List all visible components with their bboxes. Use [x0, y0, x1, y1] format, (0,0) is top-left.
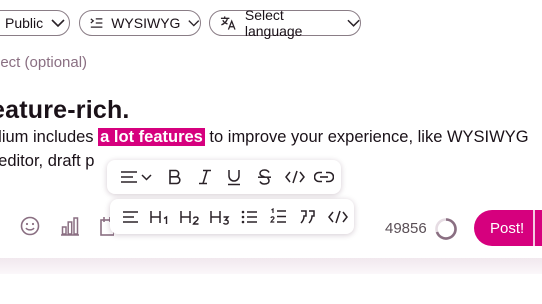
chevron-down-icon: [141, 173, 152, 181]
align-left-icon: [121, 171, 137, 183]
heading-3-button[interactable]: [207, 199, 233, 234]
editor-paragraph-line[interactable]: olium includes a lot features to improve…: [0, 128, 529, 147]
code-icon: [285, 170, 305, 184]
composer-bottom-edge: [0, 258, 542, 274]
underline-button[interactable]: [223, 160, 245, 194]
subject-field[interactable]: ject (optional): [0, 54, 87, 71]
strikethrough-button[interactable]: [253, 160, 275, 194]
code-block-button[interactable]: [325, 199, 351, 234]
heading-1-icon: [150, 210, 168, 224]
selected-text[interactable]: a lot features: [98, 128, 205, 146]
italic-icon: [199, 169, 211, 185]
chevron-down-icon: [188, 19, 200, 26]
translate-icon: [220, 16, 236, 30]
inline-format-toolbar: [107, 160, 341, 194]
quote-button[interactable]: [296, 199, 318, 234]
chevron-down-icon: [347, 19, 360, 27]
align-menu-button[interactable]: [117, 160, 155, 194]
visibility-label: Public: [5, 15, 44, 31]
character-limit-ring-icon: [435, 218, 457, 240]
poll-chart-icon: [61, 217, 79, 236]
post-button-label: Post!: [490, 219, 525, 237]
editor-paragraph-line[interactable]: t editor, draft p: [0, 152, 94, 171]
editor-mode-dropdown[interactable]: WYSIWYG: [79, 10, 201, 36]
heading-1-button[interactable]: [147, 199, 173, 234]
language-dropdown[interactable]: Select language: [209, 7, 361, 39]
text-segment: to improve your experience, like WYSIWYG: [204, 128, 529, 146]
italic-button[interactable]: [194, 160, 216, 194]
heading-3-icon: [210, 210, 230, 225]
quote-icon: [299, 209, 315, 224]
post-button-divider: [533, 210, 535, 246]
bold-icon: [169, 169, 181, 185]
link-icon: [314, 171, 334, 183]
heading-2-button[interactable]: [177, 199, 203, 234]
heading-2-icon: [180, 210, 199, 225]
strikethrough-icon: [257, 169, 271, 185]
numbered-list-button[interactable]: [267, 199, 289, 234]
code-icon: [328, 210, 348, 223]
link-button[interactable]: [312, 160, 336, 194]
poll-button[interactable]: [60, 216, 80, 236]
post-button[interactable]: Post!: [474, 210, 542, 246]
bullet-list-button[interactable]: [238, 199, 260, 234]
visibility-dropdown[interactable]: Public: [0, 10, 70, 36]
language-label: Select language: [244, 7, 303, 39]
bold-button[interactable]: [164, 160, 186, 194]
text-segment: olium includes: [0, 128, 94, 146]
emoji-icon: [20, 216, 40, 236]
block-format-toolbar: [110, 199, 354, 234]
character-count: 49856: [385, 220, 427, 237]
align-left-icon: [122, 210, 138, 223]
underline-icon: [228, 169, 240, 185]
chevron-down-icon: [51, 18, 65, 27]
numbered-list-icon: [269, 208, 286, 223]
editor-heading[interactable]: eature-rich.: [0, 96, 130, 125]
inline-code-button[interactable]: [282, 160, 308, 194]
editor-mode-label: WYSIWYG: [111, 15, 181, 31]
editor-mode-icon: [90, 18, 103, 28]
bullet-list-icon: [241, 210, 257, 223]
emoji-button[interactable]: [20, 216, 40, 236]
align-button[interactable]: [118, 199, 142, 234]
